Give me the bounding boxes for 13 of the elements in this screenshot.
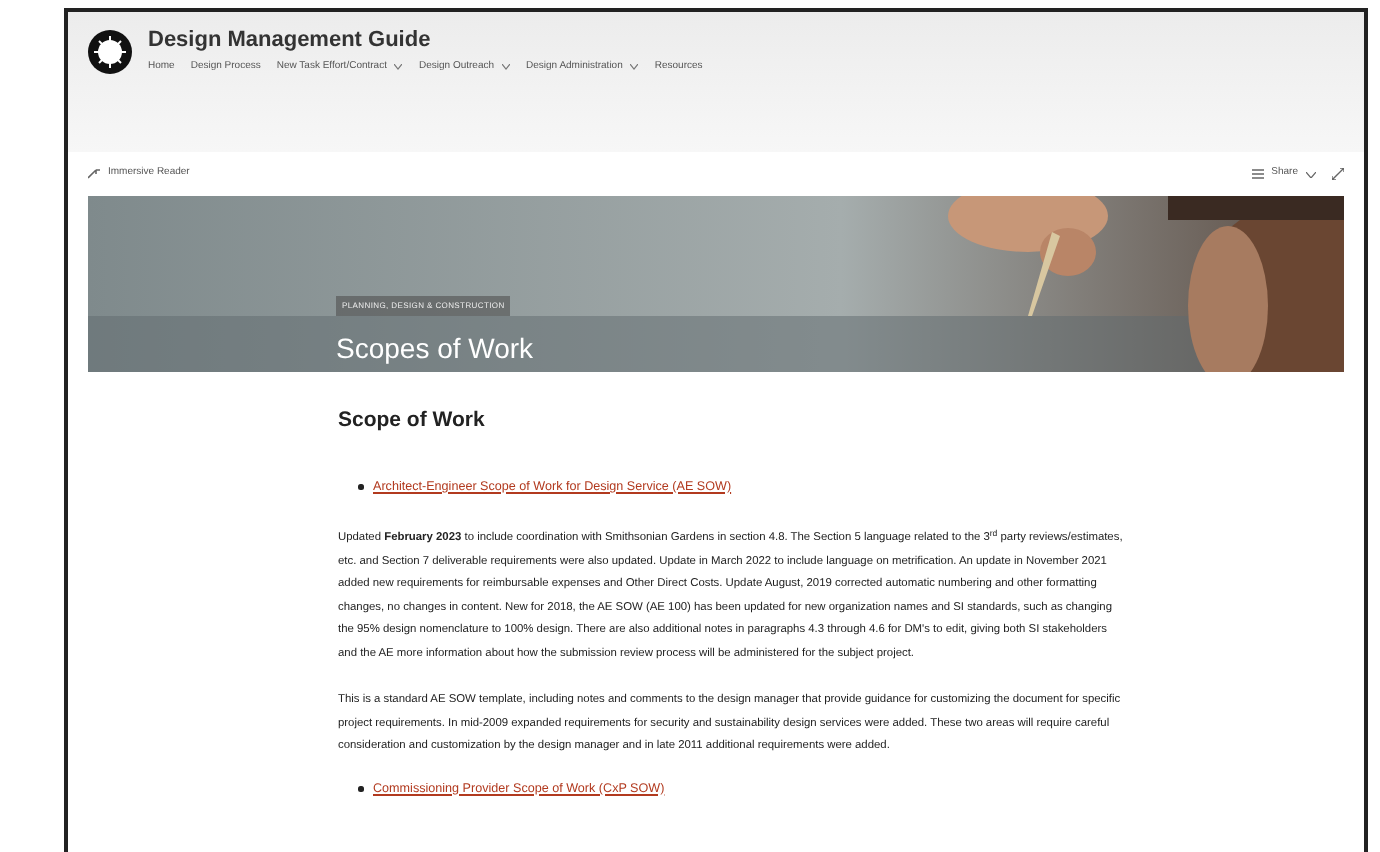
sunburst-logo-icon [88, 29, 132, 74]
bullet-icon [358, 484, 363, 490]
share-icon[interactable] [1251, 168, 1264, 180]
section-heading: Scope of Work [338, 406, 487, 436]
site-title[interactable]: Design Management Guide [148, 28, 703, 53]
bullet-icon [358, 786, 363, 792]
page-title: Scopes of Work [336, 334, 534, 362]
caret-icon[interactable] [394, 64, 403, 71]
caret-icon[interactable] [502, 64, 511, 71]
caret-icon[interactable] [630, 64, 639, 71]
reader-icon [88, 168, 100, 180]
expand-icon[interactable] [1332, 168, 1344, 180]
caret-icon[interactable] [1306, 171, 1316, 177]
